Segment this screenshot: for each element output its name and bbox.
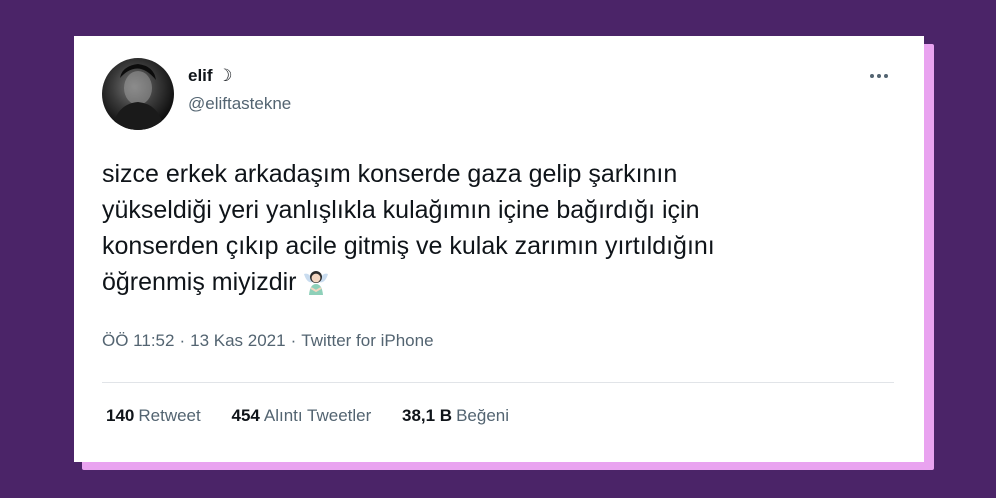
tweet-card: elif ☽ @eliftastekne sizce erkek arkadaş… <box>74 36 924 462</box>
display-name[interactable]: elif ☽ <box>188 66 233 86</box>
tweet-text-line: sizce erkek arkadaşım konserde gaza geli… <box>102 160 678 188</box>
tweet-time[interactable]: ÖÖ 11:52 <box>102 331 174 351</box>
user-handle[interactable]: @eliftastekne <box>188 94 291 114</box>
tweet-date[interactable]: 13 Kas 2021 <box>190 331 285 351</box>
divider <box>102 382 894 383</box>
tweet-text-line: yükseldiği yeri yanlışlıkla kulağımın iç… <box>102 196 700 224</box>
fairy-emoji-icon <box>302 268 330 306</box>
more-options-icon[interactable] <box>870 74 888 78</box>
tweet-text-line: konserden çıkıp acile gitmiş ve kulak za… <box>102 232 715 260</box>
tweet-text: sizce erkek arkadaşım konserde gaza geli… <box>102 156 902 306</box>
tweet-source[interactable]: Twitter for iPhone <box>301 331 433 351</box>
separator: · <box>290 331 297 350</box>
retweets-stat[interactable]: 140 Retweet <box>106 406 201 426</box>
tweet-text-line: öğrenmiş miyizdir <box>102 264 902 306</box>
avatar[interactable] <box>102 58 174 130</box>
tweet-stats: 140 Retweet 454 Alıntı Tweetler 38,1 B Beğe… <box>106 406 535 426</box>
tweet-meta: ÖÖ 11:52 · 13 Kas 2021 · Twitter for iPhone <box>102 331 434 351</box>
quotes-stat[interactable]: 454 Alıntı Tweetler <box>231 406 371 426</box>
likes-stat[interactable]: 38,1 B Beğeni <box>402 406 509 426</box>
separator: · <box>179 331 186 350</box>
